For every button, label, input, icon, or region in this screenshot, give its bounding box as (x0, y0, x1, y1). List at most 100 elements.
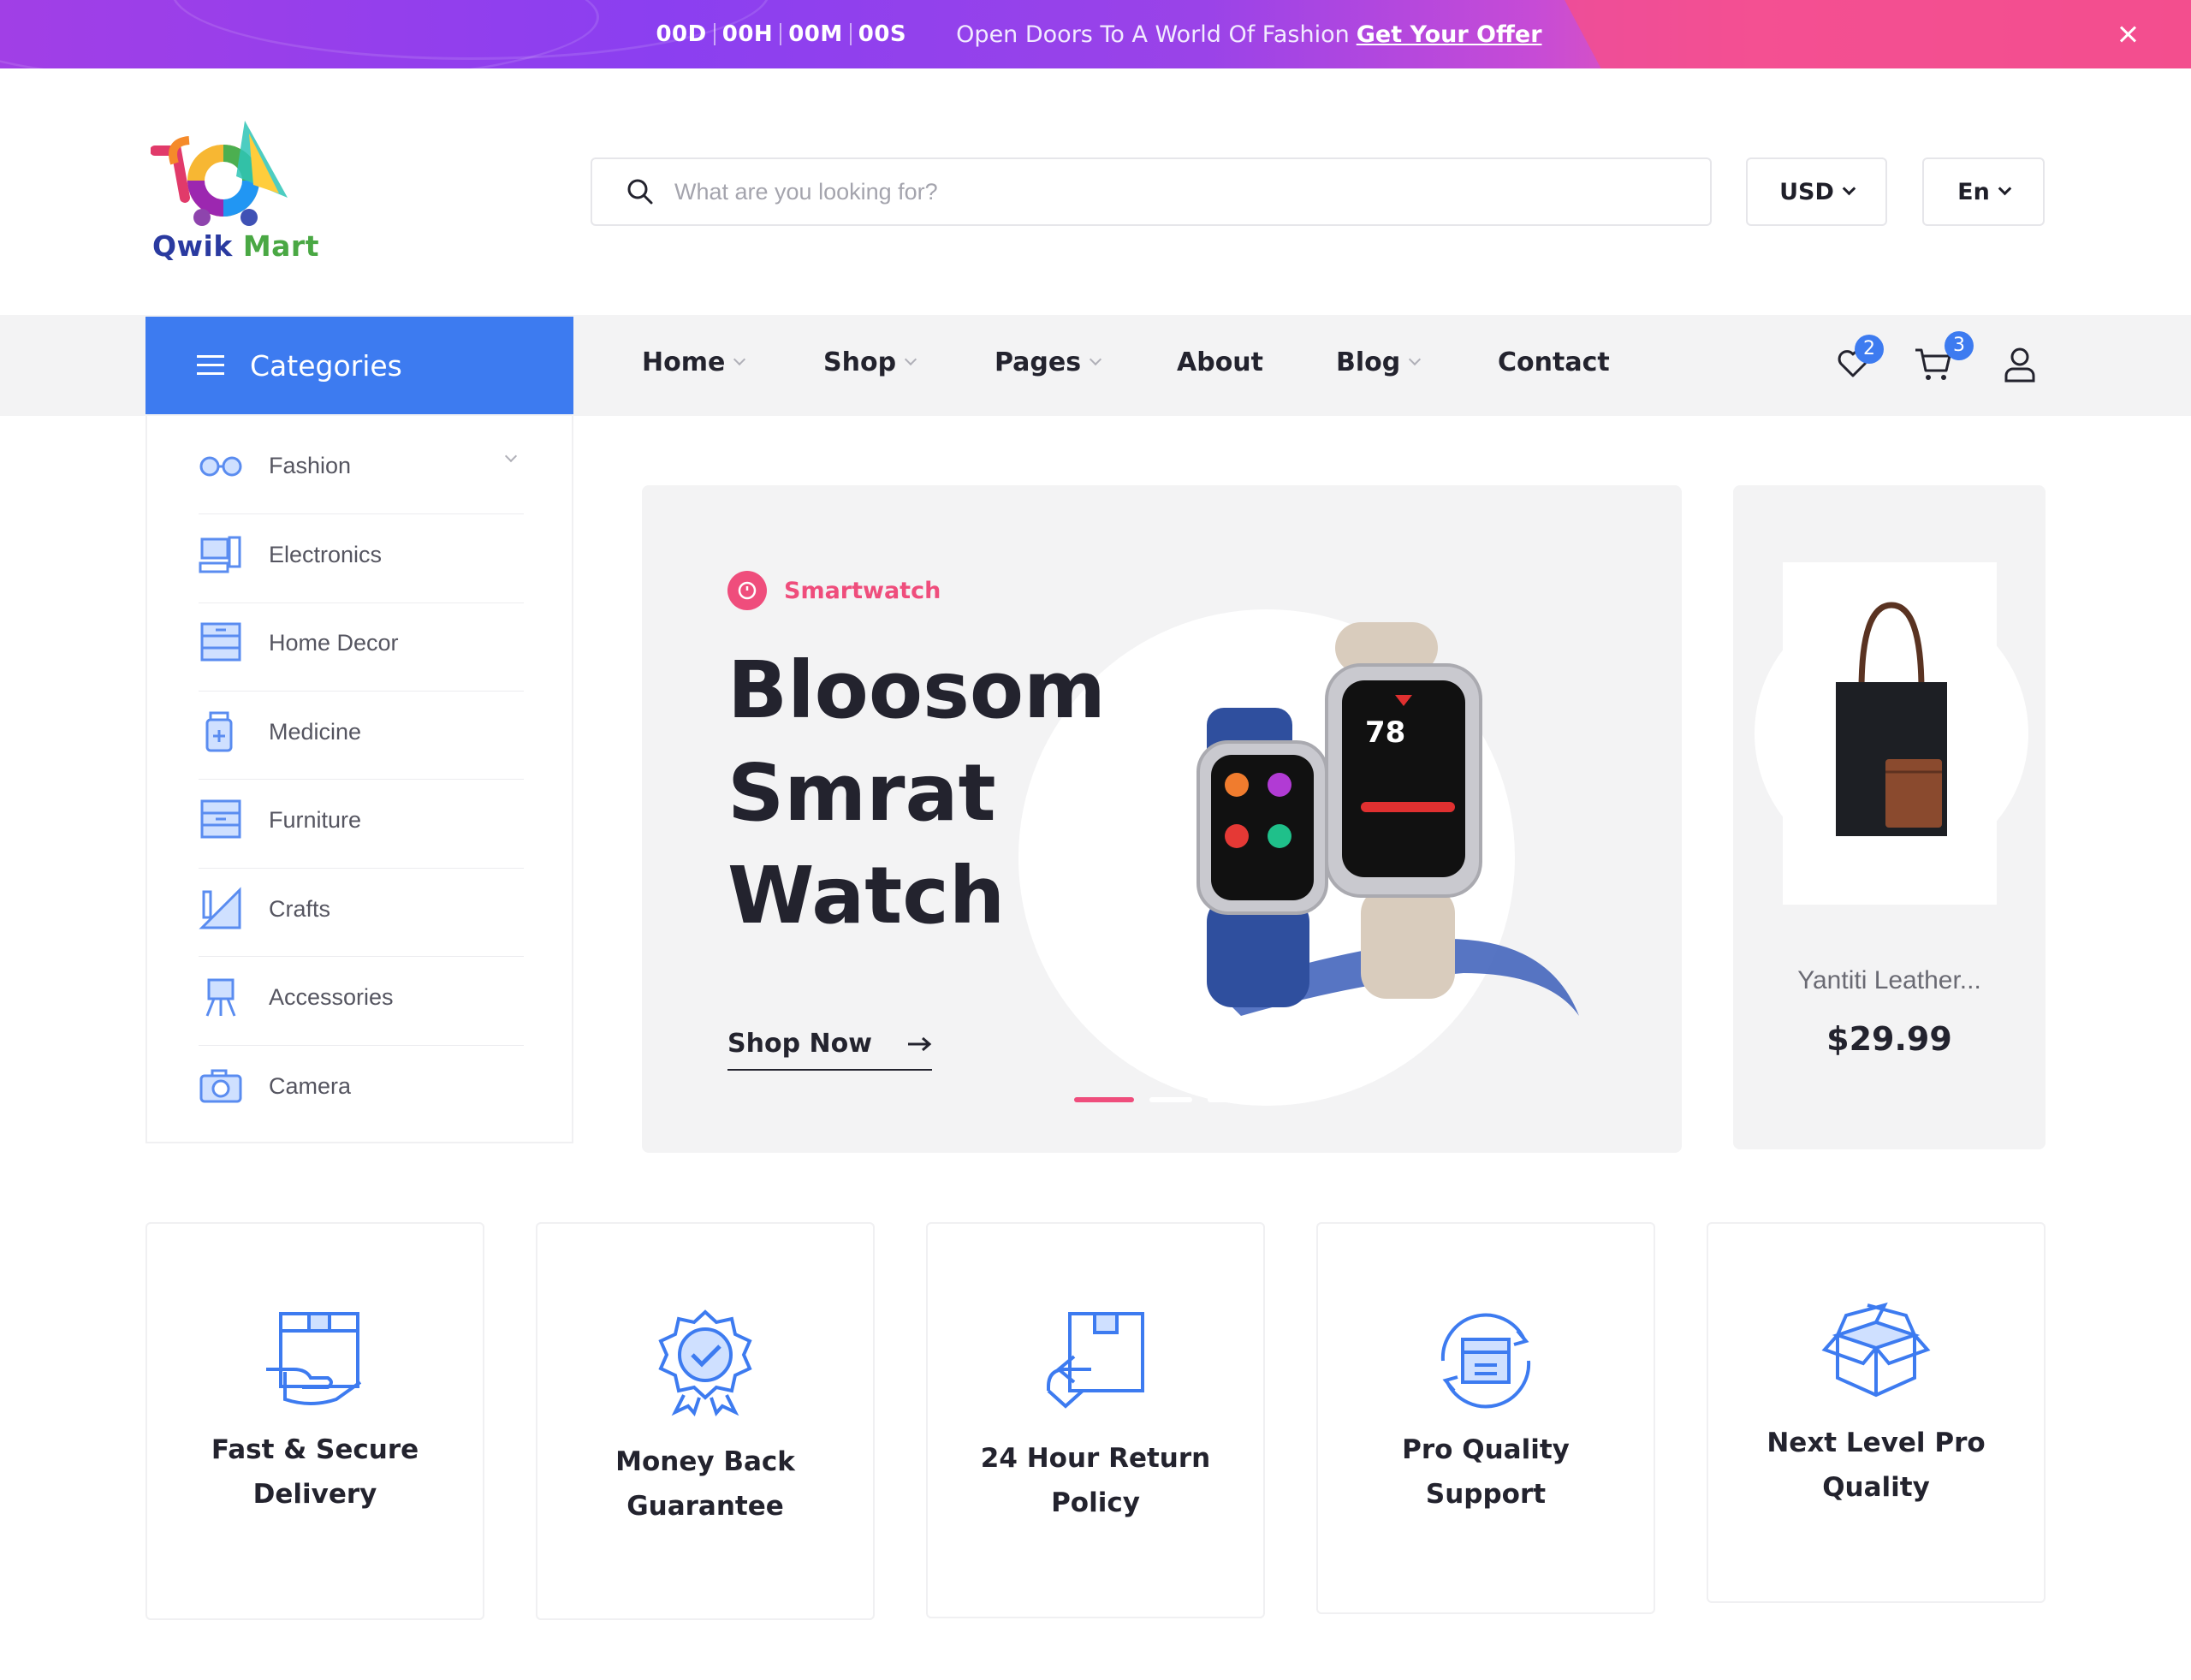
category-item-fashion[interactable]: Fashion (199, 421, 524, 510)
feature-card: Money Back Guarantee (536, 1222, 875, 1620)
category-item-electronics[interactable]: Electronics (199, 510, 524, 599)
hero-title: Bloosom Smrat Watch (727, 639, 1155, 947)
feature-card: Next Level Pro Quality (1707, 1222, 2046, 1603)
countdown-timer: 00D 00H 00M 00S (649, 21, 913, 47)
feature-title: Money Back Guarantee (537, 1440, 873, 1529)
category-item-camera[interactable]: Camera (199, 1042, 524, 1131)
watch-icon (727, 571, 767, 610)
hero-title-line: Smrat (727, 747, 996, 839)
chevron-down-icon[interactable] (504, 449, 518, 463)
category-label: Fashion (269, 452, 352, 478)
category-item-home-decor[interactable]: Home Decor (199, 598, 524, 687)
computer-icon (199, 536, 241, 573)
timer-days: 00D (656, 21, 707, 47)
feature-title-line: Fast & Secure (211, 1434, 419, 1465)
category-label: Camera (269, 1072, 352, 1099)
language-value: En (1957, 178, 1990, 205)
glasses-icon (199, 456, 242, 477)
brand-name-part1: Qwik (152, 229, 233, 263)
feature-title-line: Pro Quality (1402, 1434, 1570, 1465)
slider-dot[interactable] (1149, 1097, 1192, 1102)
hero-slider: Smartwatch Bloosom Smrat Watch Shop Now … (642, 485, 1682, 1153)
category-label: Furniture (269, 806, 362, 833)
search-bar (591, 157, 1712, 226)
nav-contact[interactable]: Contact (1498, 347, 1610, 377)
product-name[interactable]: Yantiti Leather... (1733, 966, 2046, 995)
brand-name-part2: Mart (242, 229, 319, 263)
promo-text: Open Doors To A World Of Fashion (956, 21, 1350, 48)
nav-blog[interactable]: Blog (1336, 347, 1422, 377)
slider-dot[interactable] (1074, 1097, 1134, 1102)
product-price: $29.99 (1826, 1020, 1952, 1058)
delivery-box-hand-icon (266, 1312, 362, 1405)
cart-count-badge: 3 (1945, 331, 1974, 360)
hero-title-line: Bloosom (727, 644, 1106, 736)
nav-label: About (1177, 347, 1264, 377)
currency-value: USD (1779, 178, 1834, 205)
ruler-pencil-icon (199, 887, 241, 929)
nav-shop[interactable]: Shop (823, 347, 917, 377)
badge-check-icon (658, 1309, 752, 1416)
search-input[interactable] (674, 178, 1616, 205)
feature-title-line: 24 Hour Return (980, 1443, 1211, 1474)
feature-card: 24 Hour Return Policy (926, 1222, 1265, 1618)
smartwatch-image: 78 (1196, 622, 1579, 1016)
shop-now-label: Shop Now (727, 1029, 872, 1059)
open-box-icon (1821, 1302, 1931, 1398)
hero-tag: Smartwatch (727, 571, 941, 610)
tote-bag-image (1836, 602, 1947, 836)
nav-label: Contact (1498, 347, 1610, 377)
hero-title-line: Watch (727, 850, 1006, 941)
chevron-down-icon (1409, 353, 1422, 365)
nav-label: Blog (1336, 347, 1401, 377)
category-item-accessories[interactable]: Accessories (199, 953, 524, 1042)
chevron-down-icon (1090, 353, 1102, 365)
categories-button[interactable]: Categories (145, 317, 573, 414)
category-list: Fashion Electronics Home Decor Medicine (145, 416, 573, 1143)
arrow-right-icon (907, 1036, 932, 1051)
category-label: Medicine (269, 718, 362, 745)
category-item-furniture[interactable]: Furniture (199, 775, 524, 864)
feature-title-line: Policy (1051, 1487, 1140, 1518)
camera-icon (199, 1069, 242, 1103)
feature-title-line: Support (1425, 1479, 1547, 1510)
timer-minutes: 00M (788, 21, 843, 47)
category-item-crafts[interactable]: Crafts (199, 864, 524, 953)
feature-title-line: Delivery (252, 1479, 377, 1510)
nav-label: Home (642, 347, 726, 377)
search-icon[interactable] (626, 178, 654, 205)
hero-tag-label: Smartwatch (784, 577, 941, 604)
close-icon[interactable] (2116, 22, 2140, 46)
user-icon[interactable] (2003, 347, 2037, 383)
nav-pages[interactable]: Pages (995, 347, 1102, 377)
slider-dot[interactable] (1208, 1097, 1250, 1102)
featured-product-card[interactable]: Yantiti Leather... $29.99 (1733, 485, 2046, 1149)
chevron-down-icon (1842, 181, 1856, 195)
feature-card: Fast & Secure Delivery (145, 1222, 484, 1620)
timer-seconds: 00S (858, 21, 907, 47)
drawer-icon (200, 622, 241, 662)
menu-icon (197, 355, 224, 376)
feature-title-line: Guarantee (626, 1491, 784, 1522)
language-select[interactable]: En (1922, 157, 2045, 226)
cart-button[interactable]: 3 (1914, 331, 1974, 386)
category-label: Accessories (269, 983, 394, 1010)
easel-icon (205, 978, 236, 1017)
feature-title: Pro Quality Support (1318, 1428, 1654, 1517)
category-label: Home Decor (269, 629, 399, 656)
brand-name: Qwik Mart (152, 229, 319, 263)
nav-about[interactable]: About (1177, 347, 1263, 377)
shop-now-button[interactable]: Shop Now (727, 1029, 932, 1071)
currency-select[interactable]: USD (1746, 157, 1887, 226)
category-item-medicine[interactable]: Medicine (199, 687, 524, 776)
promo-bar: 00D 00H 00M 00S Open Doors To A World Of… (0, 0, 2191, 68)
promo-offer-link[interactable]: Get Your Offer (1357, 21, 1542, 48)
category-label: Crafts (269, 895, 331, 922)
wishlist-button[interactable]: 2 (1836, 335, 1884, 384)
nav-label: Shop (823, 347, 897, 377)
return-box-icon (1047, 1312, 1144, 1409)
feature-card: Pro Quality Support (1316, 1222, 1655, 1614)
feature-title-line: Money Back (615, 1446, 795, 1477)
timer-hours: 00H (721, 21, 774, 47)
nav-home[interactable]: Home (642, 347, 746, 377)
